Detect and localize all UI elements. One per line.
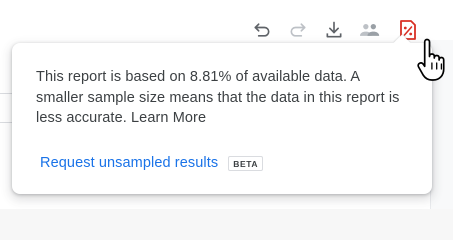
request-unsampled-link[interactable]: Request unsampled results (40, 155, 218, 171)
download-button[interactable] (320, 16, 348, 44)
popup-footer: Request unsampled results BETA (40, 155, 264, 171)
undo-button[interactable] (248, 16, 276, 44)
sampling-message-text: This report is based on 8.81% of availab… (36, 69, 400, 126)
share-button[interactable] (356, 16, 384, 44)
redo-icon (290, 23, 306, 37)
hand-pointer-icon (417, 38, 445, 81)
redo-button[interactable] (284, 16, 312, 44)
share-users-icon (360, 24, 380, 36)
sampling-info-popup: This report is based on 8.81% of availab… (12, 34, 432, 194)
beta-badge: BETA (228, 155, 264, 171)
sampling-message: This report is based on 8.81% of availab… (36, 67, 406, 129)
download-icon (326, 21, 342, 38)
learn-more-link[interactable]: Learn More (131, 110, 206, 126)
undo-icon (254, 23, 270, 37)
